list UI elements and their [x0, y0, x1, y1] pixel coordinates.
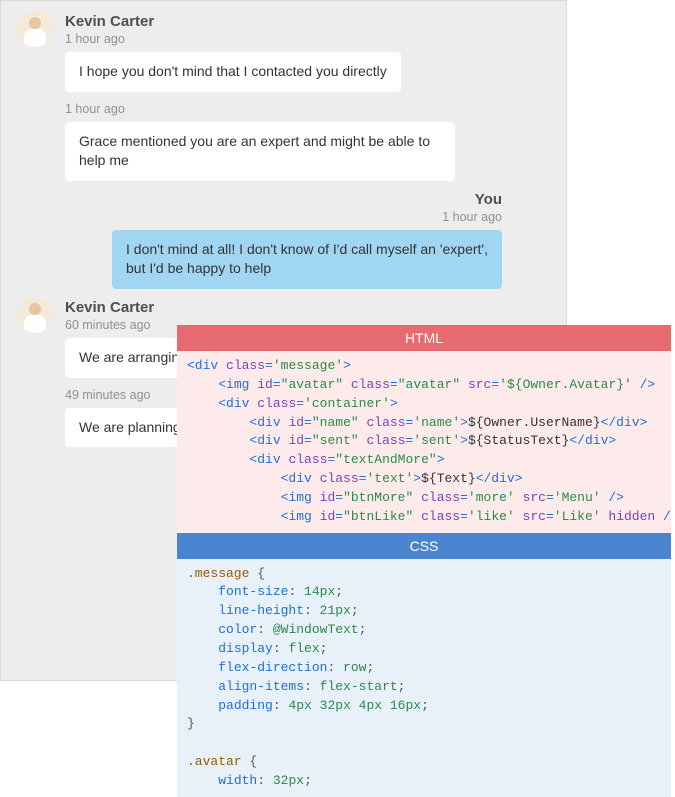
code-line: font-size: 14px; — [187, 583, 661, 602]
code-line: <div class="textAndMore"> — [187, 451, 661, 470]
avatar[interactable] — [17, 297, 53, 333]
code-line: <div id="sent" class='sent'>${StatusText… — [187, 432, 661, 451]
message-bubble[interactable]: I hope you don't mind that I contacted y… — [65, 52, 401, 92]
message-body: You 1 hour ago I don't mind at all! I don'… — [33, 189, 502, 289]
timestamp: 1 hour ago — [33, 210, 502, 224]
message-bubble[interactable]: I don't mind at all! I don't know of I'd… — [112, 230, 502, 289]
overlay-css-header: CSS — [177, 533, 671, 559]
code-line: width: 32px; — [187, 772, 661, 791]
code-overlay: HTML <div class='message'> <img id="avat… — [177, 325, 671, 797]
code-line: <img id="btnLike" class='like' src='Like… — [187, 508, 661, 527]
code-line: align-items: flex-start; — [187, 678, 661, 697]
author-name: You — [33, 191, 502, 208]
timestamp: 1 hour ago — [65, 32, 534, 46]
overlay-html-header: HTML — [177, 325, 671, 351]
overlay-html-code: <div class='message'> <img id="avatar" c… — [177, 351, 671, 533]
overlay-css-code: .message { font-size: 14px; line-height:… — [177, 559, 671, 797]
code-line: .avatar { — [187, 753, 661, 772]
code-line: <img id="avatar" class="avatar" src='${O… — [187, 376, 661, 395]
code-line: color: @WindowText; — [187, 621, 661, 640]
code-line: <div id="name" class='name'>${Owner.User… — [187, 414, 661, 433]
code-line: <div class='container'> — [187, 395, 661, 414]
code-line: padding: 4px 32px 4px 16px; — [187, 697, 661, 716]
code-line: .message { — [187, 565, 661, 584]
code-line — [187, 734, 661, 753]
message-bubble[interactable]: Grace mentioned you are an expert and mi… — [65, 122, 455, 181]
message-body: Kevin Carter 1 hour ago I hope you don't m… — [65, 11, 534, 181]
code-line: <div class='message'> — [187, 357, 661, 376]
message-incoming: Kevin Carter 1 hour ago I hope you don't m… — [1, 7, 566, 185]
author-name: Kevin Carter — [65, 299, 534, 316]
code-line: flex-direction: row; — [187, 659, 661, 678]
code-line: <div class='text'>${Text}</div> — [187, 470, 661, 489]
timestamp: 1 hour ago — [65, 102, 534, 116]
code-line: } — [187, 715, 661, 734]
avatar[interactable] — [17, 11, 53, 47]
code-line: <img id="btnMore" class='more' src='Menu… — [187, 489, 661, 508]
code-line: display: flex; — [187, 640, 661, 659]
author-name: Kevin Carter — [65, 13, 534, 30]
message-outgoing: You 1 hour ago I don't mind at all! I don'… — [1, 185, 566, 293]
code-line: line-height: 21px; — [187, 602, 661, 621]
